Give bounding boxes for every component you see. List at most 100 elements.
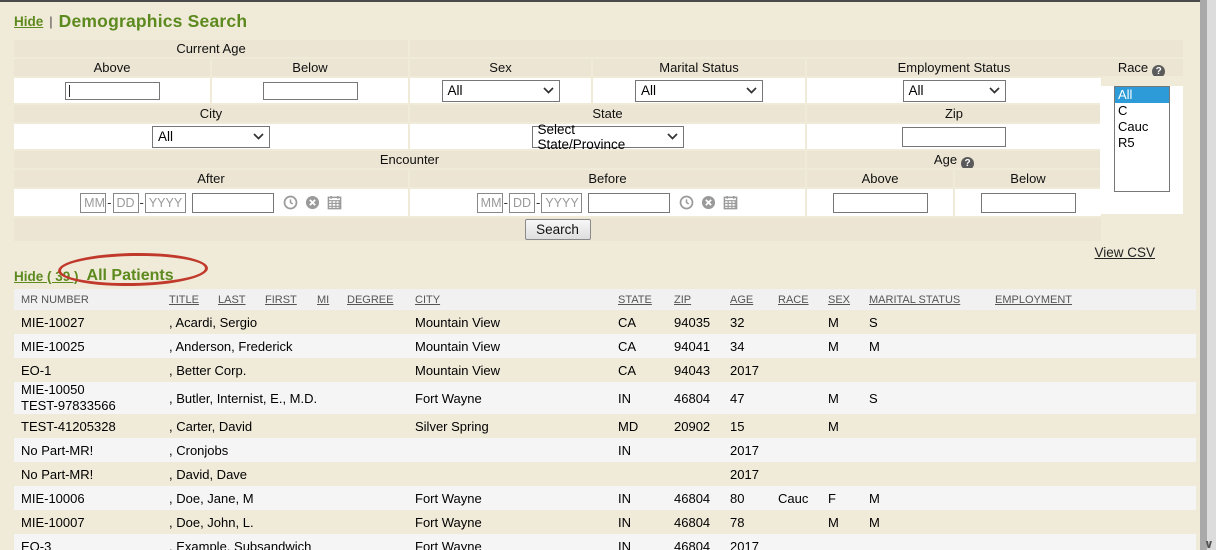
cell-city: Fort Wayne bbox=[415, 534, 618, 550]
sex-select[interactable]: All bbox=[442, 80, 560, 102]
race-option[interactable]: C bbox=[1115, 103, 1169, 119]
before-day-input[interactable]: DD bbox=[509, 193, 535, 213]
calendar-icon[interactable] bbox=[327, 195, 342, 210]
before-month-input[interactable]: MM bbox=[477, 193, 503, 213]
cell-race bbox=[778, 438, 828, 462]
title-separator: | bbox=[49, 14, 52, 29]
column-header[interactable]: LAST bbox=[218, 289, 265, 310]
clock-icon[interactable] bbox=[679, 195, 694, 210]
cell-sex: M bbox=[828, 510, 869, 534]
cell-age: 32 bbox=[730, 310, 778, 334]
scrollbar-thumb[interactable] bbox=[1200, 0, 1207, 550]
current-age-above-input[interactable] bbox=[65, 82, 160, 100]
column-header[interactable]: EMPLOYMENT bbox=[995, 289, 1196, 310]
help-icon[interactable]: ? bbox=[1152, 65, 1165, 76]
cell-age: 47 bbox=[730, 382, 778, 414]
patient-row[interactable]: EO-1, Better Corp.Mountain ViewCA9404320… bbox=[14, 358, 1196, 382]
after-year-input[interactable]: YYYY bbox=[145, 193, 186, 213]
after-date-input[interactable] bbox=[192, 193, 274, 213]
clear-date-icon[interactable] bbox=[305, 195, 320, 210]
help-icon[interactable]: ? bbox=[961, 157, 974, 168]
column-header[interactable]: STATE bbox=[618, 289, 674, 310]
view-csv-link[interactable]: View CSV bbox=[1094, 245, 1155, 260]
race-option[interactable]: R5 bbox=[1115, 135, 1169, 151]
clear-date-icon[interactable] bbox=[701, 195, 716, 210]
cell-state: CA bbox=[618, 358, 674, 382]
column-header[interactable]: SEX bbox=[828, 289, 869, 310]
cell-age: 15 bbox=[730, 414, 778, 438]
patient-row[interactable]: EO-3, Example, SubsandwichFort WayneIN46… bbox=[14, 534, 1196, 550]
cell-age: 2017 bbox=[730, 534, 778, 550]
current-age-below-input[interactable] bbox=[263, 82, 358, 100]
app-window: Hide | Demographics Search Current Age A… bbox=[0, 0, 1216, 550]
state-select[interactable]: Select State/Province bbox=[532, 126, 684, 148]
employment-status-select[interactable]: All bbox=[903, 80, 1006, 102]
column-header[interactable]: ZIP bbox=[674, 289, 730, 310]
cell-state: IN bbox=[618, 486, 674, 510]
clock-icon[interactable] bbox=[283, 195, 298, 210]
cell-mr: MIE-10006 bbox=[14, 486, 169, 510]
calendar-icon[interactable] bbox=[723, 195, 738, 210]
column-header[interactable]: DEGREE bbox=[347, 289, 415, 310]
race-section: Race? AllCCaucR5 bbox=[1100, 40, 1183, 214]
cell-sex: M bbox=[828, 334, 869, 358]
city-select[interactable]: All bbox=[152, 126, 270, 148]
patient-row[interactable]: MIE-10027, Acardi, SergioMountain ViewCA… bbox=[14, 310, 1196, 334]
chevron-down-icon bbox=[989, 87, 1000, 94]
cell-zip: 46804 bbox=[674, 486, 730, 510]
column-header[interactable]: FIRST bbox=[265, 289, 317, 310]
cell-marital bbox=[869, 438, 995, 462]
zip-input[interactable] bbox=[902, 127, 1006, 147]
column-header[interactable]: CITY bbox=[415, 289, 618, 310]
column-header: MR NUMBER bbox=[14, 289, 169, 310]
after-month-input[interactable]: MM bbox=[80, 193, 106, 213]
cell-employment bbox=[995, 510, 1196, 534]
cell-state bbox=[618, 462, 674, 486]
patient-row[interactable]: MIE-10025, Anderson, FrederickMountain V… bbox=[14, 334, 1196, 358]
race-option[interactable]: Cauc bbox=[1115, 119, 1169, 135]
patient-row[interactable]: No Part-MR!, CronjobsIN2017 bbox=[14, 438, 1196, 462]
before-date-input[interactable] bbox=[588, 193, 670, 213]
patient-row[interactable]: TEST-41205328, Carter, DavidSilver Sprin… bbox=[14, 414, 1196, 438]
column-header[interactable]: RACE bbox=[778, 289, 828, 310]
marital-status-select[interactable]: All bbox=[635, 80, 763, 102]
cell-mr: EO-3 bbox=[14, 534, 169, 550]
cell-city bbox=[415, 462, 618, 486]
cell-mr: MIE-10025 bbox=[14, 334, 169, 358]
encounter-after-date-group: MM- DD- YYYY bbox=[80, 193, 342, 213]
cell-state: MD bbox=[618, 414, 674, 438]
cell-zip: 94035 bbox=[674, 310, 730, 334]
patient-row[interactable]: No Part-MR!, David, Dave2017 bbox=[14, 462, 1196, 486]
column-header[interactable]: MARITAL STATUS bbox=[869, 289, 995, 310]
cell-city bbox=[415, 438, 618, 462]
table-header-row: MR NUMBERTITLELASTFIRSTMIDEGREECITYSTATE… bbox=[14, 289, 1196, 310]
patient-row[interactable]: MIE-10007, Doe, John, L.Fort WayneIN4680… bbox=[14, 510, 1196, 534]
cell-marital bbox=[869, 358, 995, 382]
scroll-down-icon[interactable]: ∨ bbox=[1204, 539, 1214, 549]
cell-sex: M bbox=[828, 310, 869, 334]
column-header[interactable]: TITLE bbox=[169, 289, 218, 310]
cell-state: IN bbox=[618, 382, 674, 414]
age-below-input[interactable] bbox=[981, 193, 1076, 213]
cell-employment bbox=[995, 534, 1196, 550]
race-listbox[interactable]: AllCCaucR5 bbox=[1114, 86, 1170, 192]
cell-city: Mountain View bbox=[415, 358, 618, 382]
after-day-input[interactable]: DD bbox=[113, 193, 139, 213]
column-header[interactable]: MI bbox=[317, 289, 347, 310]
hide-results-link[interactable]: Hide ( 39 ) bbox=[14, 269, 79, 284]
cell-state: IN bbox=[618, 510, 674, 534]
search-button[interactable]: Search bbox=[525, 219, 591, 240]
vertical-scrollbar[interactable]: ∨ bbox=[1200, 0, 1216, 550]
encounter-after-label: After bbox=[14, 170, 408, 187]
state-label: State bbox=[410, 105, 805, 122]
hide-demographics-link[interactable]: Hide bbox=[14, 14, 43, 29]
column-header[interactable]: AGE bbox=[730, 289, 778, 310]
age-above-input[interactable] bbox=[833, 193, 928, 213]
patient-row[interactable]: MIE-10006, Doe, Jane, MFort WayneIN46804… bbox=[14, 486, 1196, 510]
patient-row[interactable]: MIE-10050TEST-97833566, Butler, Internis… bbox=[14, 382, 1196, 414]
cell-marital: M bbox=[869, 510, 995, 534]
race-option[interactable]: All bbox=[1115, 87, 1169, 103]
demographics-panel-header: Hide | Demographics Search bbox=[14, 8, 1196, 34]
before-year-input[interactable]: YYYY bbox=[541, 193, 582, 213]
cell-mr: MIE-10027 bbox=[14, 310, 169, 334]
